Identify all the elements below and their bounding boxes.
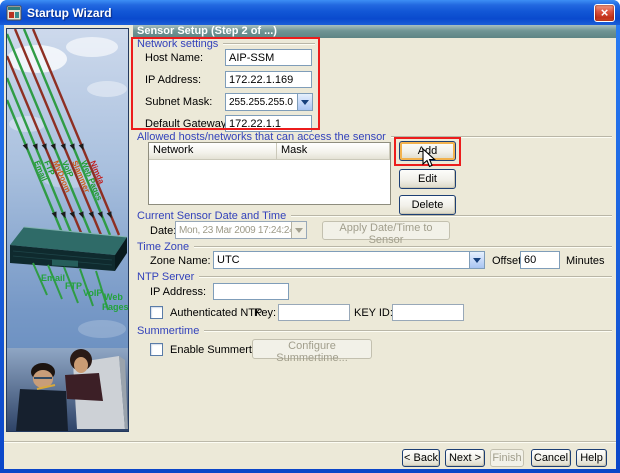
zone-name-label: Zone Name: xyxy=(150,255,211,267)
chevron-down-icon[interactable] xyxy=(297,94,312,110)
close-button[interactable]: × xyxy=(594,4,615,22)
startup-wizard-window: Startup Wizard × Nimda Web Pages Slammer… xyxy=(0,0,620,473)
section-label: Summertime xyxy=(137,325,200,337)
host-name-label: Host Name: xyxy=(145,52,204,64)
apply-datetime-button: Apply Date/Time to Sensor xyxy=(322,221,450,246)
zone-name-value: UTC xyxy=(217,254,240,266)
traffic-label: Pages xyxy=(102,302,128,312)
date-label: Date: xyxy=(150,225,177,237)
zone-name-select[interactable]: UTC xyxy=(213,251,485,269)
help-button[interactable]: Help xyxy=(576,449,607,467)
chevron-down-icon[interactable] xyxy=(469,252,484,268)
titlebar[interactable]: Startup Wizard × xyxy=(0,0,620,25)
offset-unit-label: Minutes xyxy=(566,255,605,267)
ntp-key-label: Key: xyxy=(254,307,277,319)
default-gateway-input[interactable] xyxy=(225,115,312,132)
subnet-mask-select[interactable]: 255.255.255.0 xyxy=(225,93,313,111)
users-photo xyxy=(7,348,128,431)
section-rule xyxy=(291,215,612,217)
app-icon xyxy=(6,5,22,20)
cancel-button[interactable]: Cancel xyxy=(531,449,571,467)
mouse-cursor-icon xyxy=(422,148,436,168)
enable-summertime-checkbox[interactable] xyxy=(150,343,163,356)
allowed-hosts-table[interactable]: Network Mask xyxy=(148,142,391,205)
section-rule xyxy=(204,330,612,332)
edit-button[interactable]: Edit xyxy=(399,169,456,189)
ntp-ip-address-input[interactable] xyxy=(213,283,289,300)
ntp-key-input xyxy=(278,304,350,321)
ntp-key-id-input xyxy=(392,304,464,321)
column-header-mask[interactable]: Mask xyxy=(277,143,390,160)
subnet-mask-value: 255.255.255.0 xyxy=(229,96,293,108)
section-rule xyxy=(199,276,612,278)
footer-separator xyxy=(4,441,616,443)
column-header-network[interactable]: Network xyxy=(149,143,277,160)
section-rule xyxy=(390,136,612,138)
offset-input[interactable] xyxy=(520,251,560,269)
section-label: Time Zone xyxy=(137,241,190,253)
ip-address-label: IP Address: xyxy=(145,74,202,86)
host-name-input[interactable] xyxy=(225,49,312,66)
chevron-down-icon xyxy=(291,222,306,238)
default-gateway-label: Default Gateway: xyxy=(145,118,230,130)
section-label: Network settings xyxy=(137,38,219,50)
ntp-ip-address-label: IP Address: xyxy=(150,286,207,298)
date-value: Mon, 23 Mar 2009 17:24:24 xyxy=(179,224,291,236)
close-icon: × xyxy=(600,5,609,20)
step-header: Sensor Setup (Step 2 of ...) xyxy=(133,25,616,38)
subnet-mask-label: Subnet Mask: xyxy=(145,96,213,108)
sidebar-graphic-canvas: Nimda Web Pages Slammer VoIP MyDoom FTP … xyxy=(5,28,129,431)
window-title: Startup Wizard xyxy=(27,5,112,20)
ip-address-input[interactable] xyxy=(225,71,312,88)
section-rule xyxy=(194,246,612,248)
section-ntp-server: NTP Server xyxy=(137,271,612,283)
traffic-label: VoIP xyxy=(83,288,102,298)
section-rule xyxy=(223,43,315,45)
allowed-hosts-table-body xyxy=(149,160,390,204)
authenticated-ntp-label: Authenticated NTP xyxy=(170,307,263,319)
sidebar-graphic: Nimda Web Pages Slammer VoIP MyDoom FTP … xyxy=(5,28,129,432)
section-label: NTP Server xyxy=(137,271,195,283)
wizard-body: Nimda Web Pages Slammer VoIP MyDoom FTP … xyxy=(4,25,616,469)
finish-button: Finish xyxy=(490,449,524,467)
ntp-key-id-label: KEY ID: xyxy=(354,307,393,319)
traffic-label: Email xyxy=(41,273,65,283)
date-select: Mon, 23 Mar 2009 17:24:24 xyxy=(175,221,307,239)
next-button[interactable]: Next > xyxy=(445,449,485,467)
traffic-label: Web xyxy=(104,292,123,302)
step-header-title: Sensor Setup (Step 2 of ...) xyxy=(137,25,277,37)
authenticated-ntp-checkbox[interactable] xyxy=(150,306,163,319)
allowed-hosts-table-header: Network Mask xyxy=(149,143,390,160)
section-summertime: Summertime xyxy=(137,325,612,337)
back-button[interactable]: < Back xyxy=(402,449,440,467)
traffic-label: FTP xyxy=(65,281,82,291)
configure-summertime-button: Configure Summertime... xyxy=(252,339,372,364)
